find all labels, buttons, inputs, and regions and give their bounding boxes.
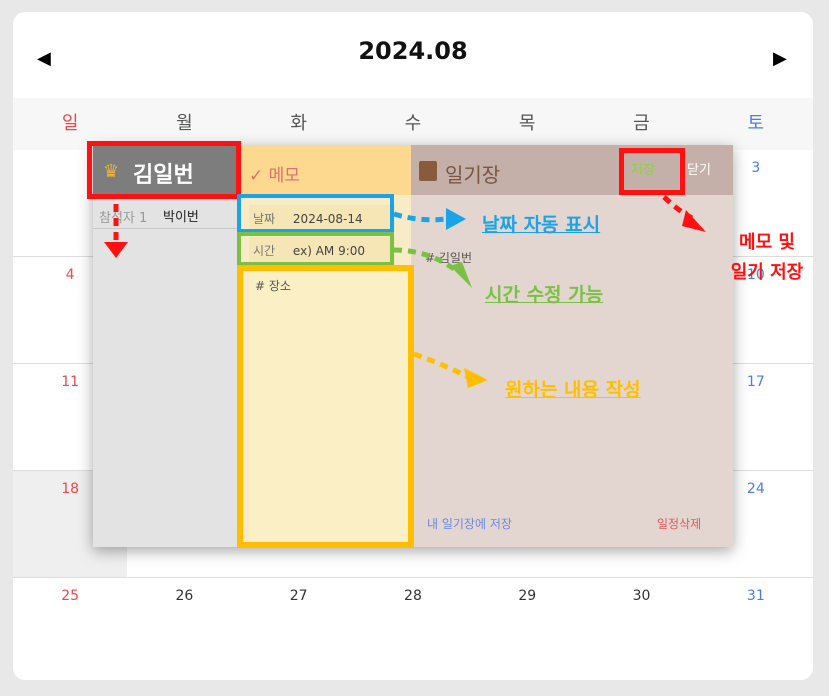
save-annotation: 메모 및 일기 저장 [712, 228, 822, 288]
annotation-arrows [104, 195, 706, 388]
write-content-annotation: 원하는 내용 작성 [505, 379, 641, 401]
save-annotation-line2: 일기 저장 [730, 262, 804, 283]
save-annotation-line1: 메모 및 [739, 232, 795, 253]
time-edit-annotation: 시간 수정 가능 [485, 284, 604, 306]
auto-date-annotation: 날짜 자동 표시 [482, 214, 601, 236]
